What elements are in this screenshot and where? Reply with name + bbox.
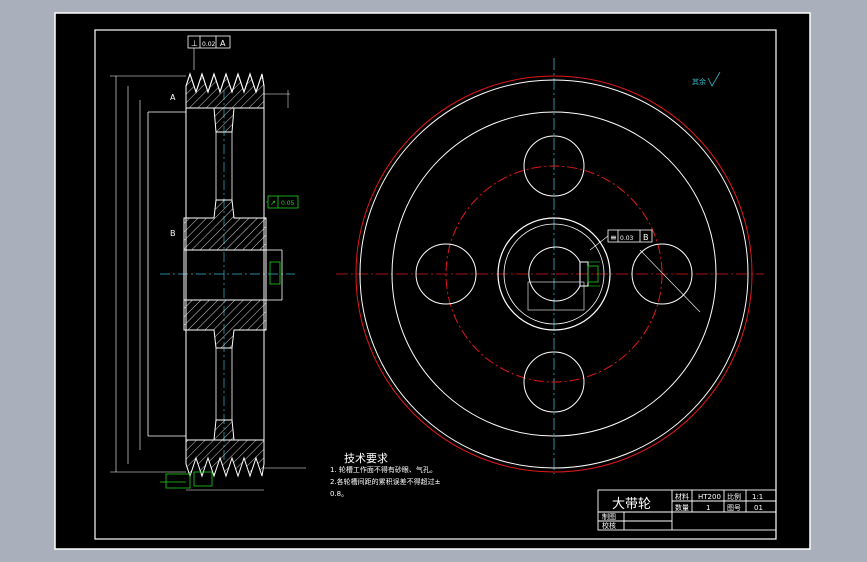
tech-line-3: 0.8。: [330, 490, 348, 498]
material-label: 材料: [675, 492, 689, 501]
drawn-by-label: 制图: [602, 512, 616, 521]
checked-by-label: 校核: [602, 521, 616, 530]
roughness-note: 其余: [692, 77, 706, 86]
gdt-key-ref: B: [643, 233, 649, 242]
scale-value: 1:1: [752, 493, 763, 501]
scale-label: 比例: [727, 492, 741, 501]
gdt-top-val: 0.02: [202, 41, 216, 48]
gdt-key-val: 0.03: [620, 235, 634, 242]
gdt-mid-val: 0.05: [281, 200, 295, 207]
tech-line-1: 1. 轮槽工作面不得有砂眼、气孔。: [330, 465, 437, 474]
gdt-key-sym: ≡: [610, 233, 617, 242]
cad-drawing-canvas: ⊥ 0.02 A ↗ 0.05 A B ≡ 0.03 B 其余 技术要求 1. …: [54, 12, 811, 550]
gdt-mid-sym: ↗: [270, 199, 276, 207]
qty-label: 数量: [675, 503, 689, 512]
part-name: 大带轮: [612, 497, 651, 512]
datum-a-label: A: [170, 93, 176, 102]
drawing-no-value: 01: [754, 504, 763, 512]
drawing-no-label: 图号: [727, 504, 741, 512]
datum-b-label: B: [170, 229, 176, 238]
material-value: HT200: [698, 493, 721, 501]
tech-heading: 技术要求: [344, 452, 388, 465]
qty-value: 1: [706, 504, 710, 512]
gdt-top-ref: A: [220, 39, 226, 48]
tech-line-2: 2.各轮槽间距的累积误差不得超过±: [330, 477, 441, 486]
gdt-top-sym: ⊥: [191, 39, 198, 48]
